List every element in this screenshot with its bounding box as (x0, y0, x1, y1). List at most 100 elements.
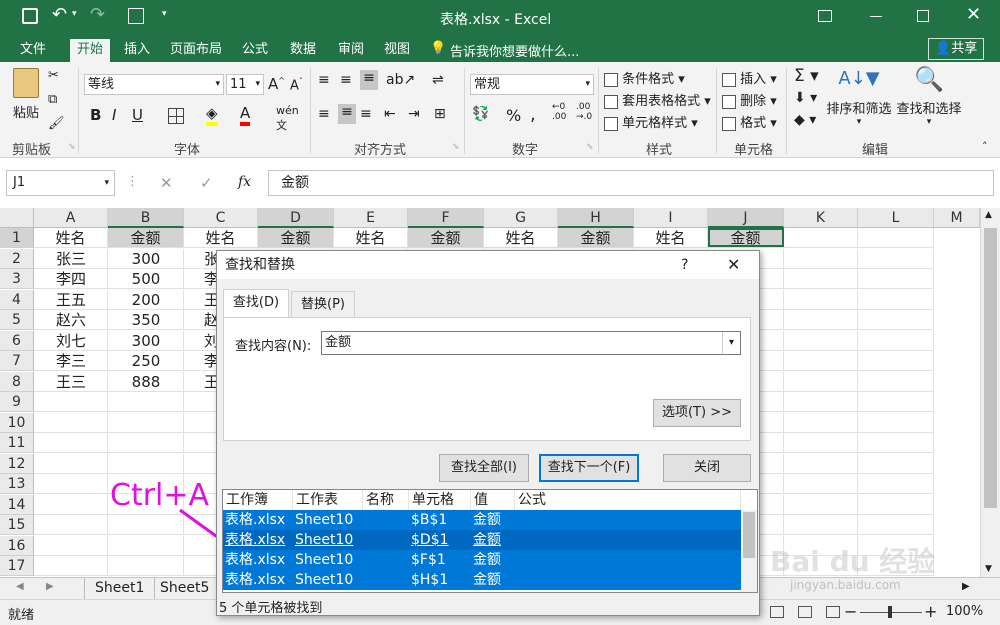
column-header[interactable]: A (34, 208, 108, 228)
cell[interactable] (858, 453, 934, 474)
cell[interactable] (784, 228, 858, 248)
row-header[interactable]: 16 (0, 535, 34, 556)
results-header-formula[interactable]: 公式 (515, 490, 741, 510)
ribbon-display-icon[interactable] (818, 10, 832, 22)
sheet-tab[interactable]: Sheet1 (84, 578, 156, 599)
insert-function-icon[interactable]: fx (238, 174, 251, 190)
cell[interactable] (108, 412, 184, 433)
select-all-corner[interactable] (0, 208, 34, 228)
phonetic-icon[interactable]: wén 文 (276, 104, 299, 133)
sheet-tab[interactable]: Sheet5 (152, 578, 219, 599)
wrap-text-icon[interactable]: ⇌ (432, 72, 444, 88)
amount-cell[interactable]: 200 (108, 290, 184, 310)
results-header-book[interactable]: 工作簿 (223, 490, 293, 510)
grow-font-icon[interactable]: A^ (268, 75, 285, 93)
active-cell[interactable] (708, 228, 784, 247)
find-all-button[interactable]: 查找全部(I) (439, 454, 529, 482)
results-list[interactable]: 工作簿 工作表 名称 单元格 值 公式 表格.xlsx Sheet10 $B$1 金额… (222, 489, 758, 593)
page-layout-view-icon[interactable] (798, 606, 812, 618)
align-top-icon[interactable]: ≡ (318, 72, 330, 88)
launcher-icon[interactable]: ⬊ (68, 142, 76, 152)
zoom-in-icon[interactable]: + (924, 602, 937, 621)
page-break-view-icon[interactable] (826, 606, 840, 618)
italic-button[interactable]: I (112, 106, 116, 124)
row-header[interactable]: 7 (0, 351, 34, 371)
cell[interactable] (858, 392, 934, 412)
cell[interactable] (784, 474, 858, 494)
header-cell[interactable]: 姓名 (184, 228, 258, 248)
results-header-name[interactable]: 名称 (363, 490, 409, 510)
share-button[interactable]: 👤共享 (928, 38, 985, 60)
cell[interactable] (34, 556, 108, 576)
header-cell[interactable]: 金额 (108, 228, 184, 248)
cell[interactable] (784, 433, 858, 453)
close-icon[interactable]: ✕ (966, 4, 981, 25)
amount-cell[interactable]: 350 (108, 310, 184, 330)
cell[interactable] (858, 310, 934, 330)
result-row[interactable]: 表格.xlsx Sheet10 $F$1 金额 (223, 550, 741, 570)
tab-page-layout[interactable]: 页面布局 (164, 39, 228, 62)
row-header[interactable]: 13 (0, 474, 34, 494)
tab-review[interactable]: 审阅 (332, 39, 370, 62)
cell[interactable] (858, 515, 934, 535)
results-header-sheet[interactable]: 工作表 (293, 490, 363, 510)
tab-view[interactable]: 视图 (378, 39, 416, 62)
cell[interactable] (858, 228, 934, 248)
collapse-ribbon-icon[interactable]: ˄ (982, 140, 988, 153)
find-next-button[interactable]: 查找下一个(F) (539, 454, 639, 482)
normal-view-icon[interactable] (770, 606, 784, 618)
name-cell[interactable]: 赵六 (34, 310, 108, 330)
column-header[interactable]: F (408, 208, 484, 228)
results-header-cell[interactable]: 单元格 (409, 490, 471, 510)
header-cell[interactable]: 姓名 (484, 228, 558, 248)
amount-cell[interactable]: 300 (108, 249, 184, 269)
conditional-format-button[interactable]: 条件格式 ▾ (604, 68, 685, 87)
redo-icon[interactable]: ↷ (90, 4, 105, 25)
column-header[interactable]: D (258, 208, 334, 228)
fill-color-icon[interactable]: ◈ (206, 104, 218, 126)
column-header[interactable]: G (484, 208, 558, 228)
column-header[interactable]: E (334, 208, 408, 228)
zoom-level[interactable]: 100% (946, 604, 983, 619)
cell-styles-button[interactable]: 单元格样式 ▾ (604, 112, 698, 131)
name-cell[interactable]: 王五 (34, 290, 108, 310)
column-header[interactable]: B (108, 208, 184, 228)
zoom-slider-thumb[interactable] (888, 606, 892, 618)
cell[interactable] (784, 515, 858, 535)
header-cell[interactable]: 金额 (558, 228, 634, 248)
number-format-combo[interactable]: 常规 ▾ (470, 74, 594, 95)
cell[interactable] (858, 494, 934, 515)
header-cell[interactable]: 金额 (258, 228, 334, 248)
launcher-icon[interactable]: ⬊ (452, 142, 460, 152)
formula-input[interactable]: 金额 (268, 170, 994, 196)
cell[interactable] (34, 515, 108, 535)
name-cell[interactable]: 李四 (34, 269, 108, 289)
minimize-icon[interactable] (870, 16, 882, 17)
cell[interactable] (784, 412, 858, 433)
row-header[interactable]: 1 (0, 228, 34, 248)
insert-cells-button[interactable]: 插入 ▾ (722, 68, 777, 87)
find-what-input[interactable]: 金额 ▾ (321, 331, 741, 355)
row-header[interactable]: 10 (0, 412, 34, 433)
orientation-icon[interactable]: ab↗ (386, 72, 415, 88)
align-middle-icon[interactable]: ≡ (340, 72, 352, 88)
header-cell[interactable]: 姓名 (334, 228, 408, 248)
cell[interactable] (858, 474, 934, 494)
amount-cell[interactable]: 250 (108, 351, 184, 371)
formula-bar-dots-icon[interactable]: ⋮ (126, 174, 139, 189)
cell[interactable] (784, 289, 858, 310)
cell[interactable] (784, 269, 858, 289)
find-history-dropdown-icon[interactable]: ▾ (722, 332, 740, 354)
font-name-combo[interactable]: 等线 ▾ (84, 74, 224, 95)
merge-center-icon[interactable]: ⊞ (434, 106, 446, 122)
cell[interactable] (858, 351, 934, 371)
cell[interactable] (784, 453, 858, 474)
tab-insert[interactable]: 插入 (118, 39, 156, 62)
column-header[interactable]: C (184, 208, 258, 228)
header-cell[interactable]: 姓名 (634, 228, 708, 248)
amount-cell[interactable]: 300 (108, 331, 184, 351)
format-as-table-button[interactable]: 套用表格格式 ▾ (604, 90, 711, 109)
align-bottom-icon[interactable]: ≡ (360, 70, 378, 90)
percent-icon[interactable]: % (506, 106, 521, 125)
bold-button[interactable]: B (90, 106, 101, 124)
